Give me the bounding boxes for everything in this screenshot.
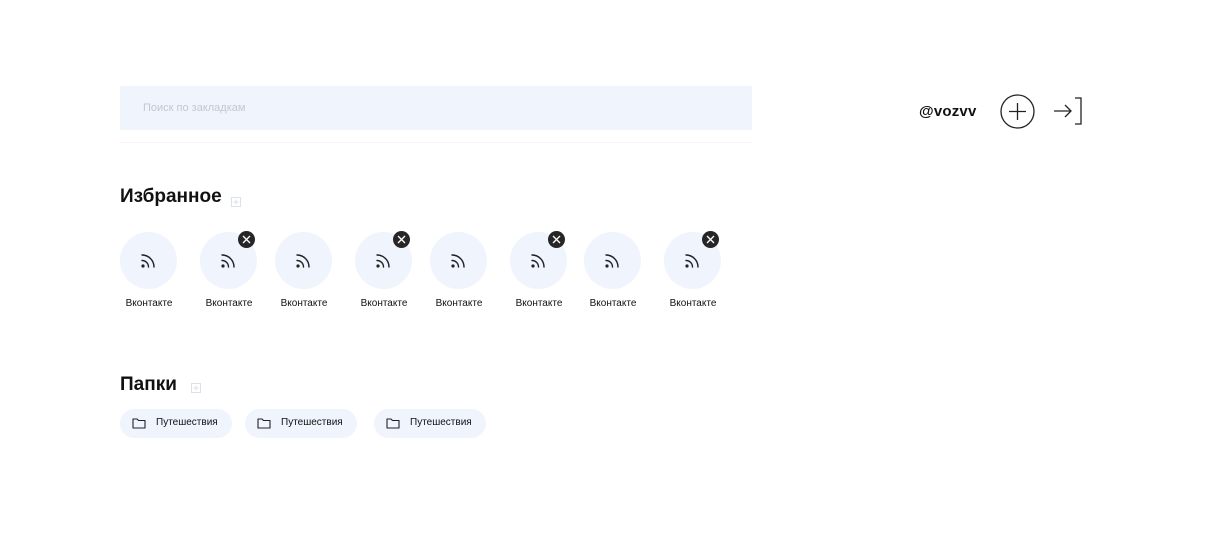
favorite-item[interactable]: Вконтакте — [200, 231, 258, 312]
rss-icon — [531, 254, 545, 268]
folders-title: Папки — [120, 374, 177, 395]
logout-button[interactable] — [1052, 95, 1084, 127]
folder-icon — [132, 418, 146, 429]
favorite-icon-circle — [430, 232, 487, 289]
favorite-item[interactable]: Вконтакте — [584, 232, 642, 312]
folder-label: Путешествия — [281, 417, 343, 428]
favorite-item[interactable]: Вконтакте — [510, 231, 568, 312]
folder-chip[interactable]: Путешествия — [374, 409, 486, 438]
favorite-label: Вконтакте — [360, 298, 408, 309]
remove-favorite-button[interactable] — [393, 231, 410, 248]
favorite-item[interactable]: Вконтакте — [120, 232, 178, 312]
close-icon — [706, 235, 715, 244]
folder-icon — [386, 418, 400, 429]
favorite-item[interactable]: Вконтакте — [664, 231, 722, 312]
remove-favorite-button[interactable] — [702, 231, 719, 248]
favorite-label: Вконтакте — [515, 298, 563, 309]
bookmarks-page: @vozvv Избранное Вконтакте Вконтакте Вконт… — [0, 0, 1208, 538]
favorite-label: Вконтакте — [669, 298, 717, 309]
close-icon — [242, 235, 251, 244]
remove-favorite-button[interactable] — [238, 231, 255, 248]
folder-label: Путешествия — [156, 417, 218, 428]
favorite-label: Вконтакте — [435, 298, 483, 309]
rss-icon — [685, 254, 699, 268]
plus-circle-icon — [1000, 94, 1035, 129]
favorite-item[interactable]: Вконтакте — [355, 231, 413, 312]
rss-icon — [221, 254, 235, 268]
rss-icon — [141, 254, 155, 268]
add-favorite-button[interactable] — [231, 194, 241, 207]
close-icon — [552, 235, 561, 244]
add-bookmark-button[interactable] — [999, 93, 1036, 130]
favorites-title: Избранное — [120, 186, 222, 207]
close-icon — [397, 235, 406, 244]
favorite-label: Вконтакте — [125, 298, 173, 309]
folder-icon — [257, 418, 271, 429]
favorite-icon-circle — [275, 232, 332, 289]
folder-chip[interactable]: Путешествия — [245, 409, 357, 438]
favorite-item[interactable]: Вконтакте — [430, 232, 488, 312]
search-input[interactable] — [120, 86, 752, 130]
rss-icon — [376, 254, 390, 268]
logout-icon — [1054, 97, 1082, 125]
favorite-icon-circle — [584, 232, 641, 289]
search-divider — [120, 142, 752, 143]
favorite-item[interactable]: Вконтакте — [275, 232, 333, 312]
rss-icon — [296, 254, 310, 268]
favorite-label: Вконтакте — [280, 298, 328, 309]
favorite-icon-circle — [120, 232, 177, 289]
favorite-label: Вконтакте — [589, 298, 637, 309]
favorite-label: Вконтакте — [205, 298, 253, 309]
folder-label: Путешествия — [410, 417, 472, 428]
rss-icon — [605, 254, 619, 268]
add-folder-button[interactable] — [191, 380, 201, 393]
remove-favorite-button[interactable] — [548, 231, 565, 248]
rss-icon — [451, 254, 465, 268]
plus-square-icon — [231, 197, 241, 207]
plus-square-icon — [191, 383, 201, 393]
folder-chip[interactable]: Путешествия — [120, 409, 232, 438]
username: @vozvv — [919, 103, 977, 120]
